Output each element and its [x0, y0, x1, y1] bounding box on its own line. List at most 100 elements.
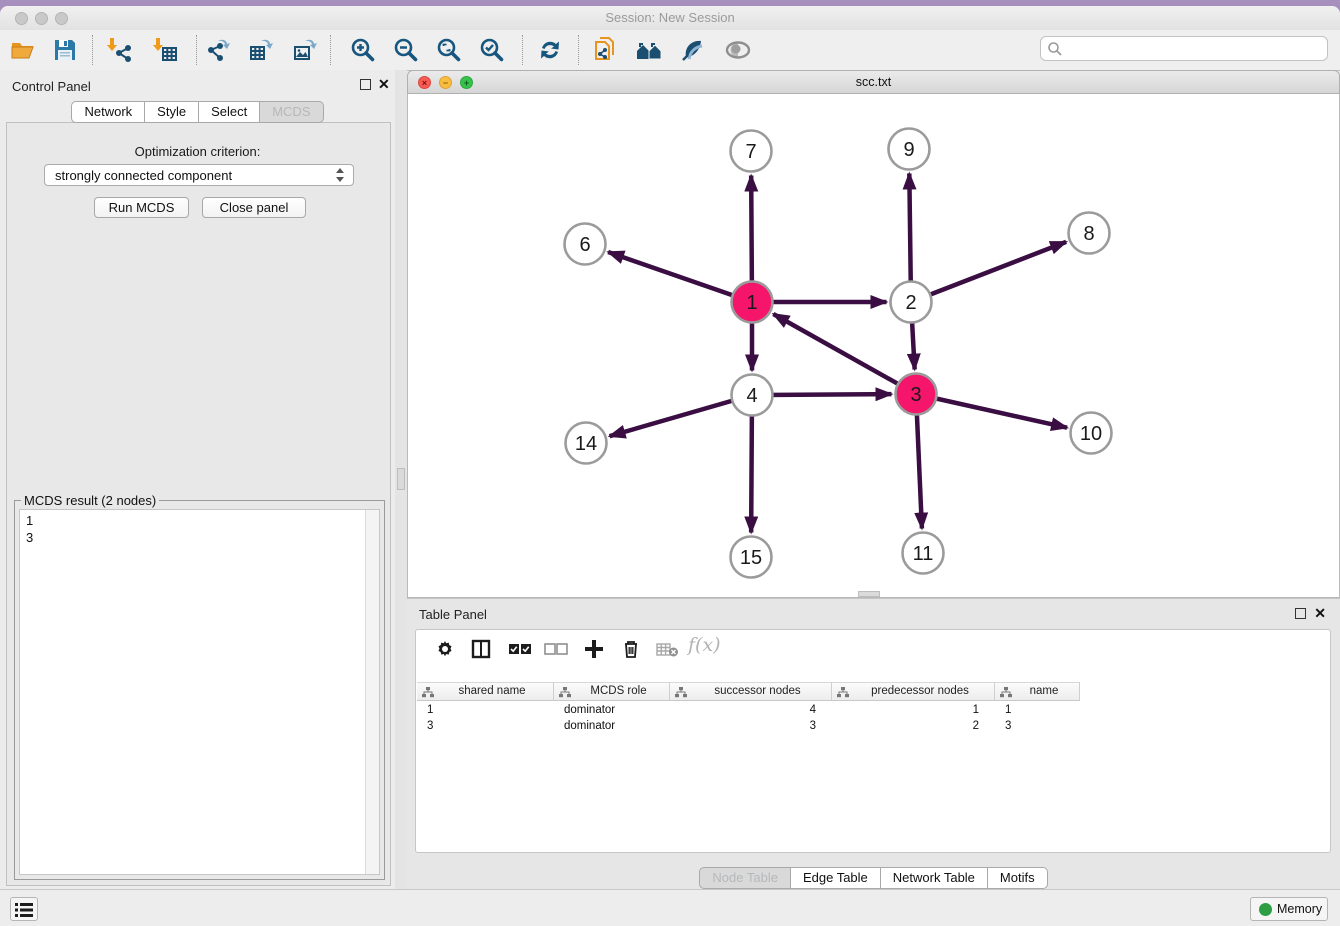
add-column-icon[interactable]	[582, 637, 606, 661]
result-scrollbar[interactable]	[365, 510, 379, 874]
tab-node-table[interactable]: Node Table	[699, 867, 791, 889]
first-neighbors-icon[interactable]	[636, 37, 662, 63]
export-network-icon[interactable]	[206, 37, 232, 63]
tab-network[interactable]: Network	[71, 101, 145, 123]
zoom-out-icon[interactable]	[393, 37, 419, 63]
table-cell[interactable]: 1	[417, 702, 554, 718]
application-window: Session: New Session	[0, 6, 1340, 926]
memory-status-icon	[1259, 903, 1272, 916]
toolbar-separator	[196, 35, 197, 65]
graph-node-label-14: 14	[575, 433, 597, 455]
table-row[interactable]: 1dominator411	[417, 702, 1080, 718]
graph-node-label-11: 11	[913, 543, 934, 565]
clone-network-icon[interactable]	[592, 37, 618, 63]
export-table-icon[interactable]	[248, 37, 274, 63]
dropdown-chevrons-icon	[336, 167, 345, 183]
table-cell[interactable]: 4	[670, 702, 832, 718]
open-file-icon[interactable]	[10, 37, 36, 63]
zoom-fit-icon[interactable]	[436, 37, 462, 63]
panel-splitter[interactable]	[395, 70, 407, 890]
import-network-icon[interactable]	[106, 37, 132, 63]
select-all-icon[interactable]	[508, 642, 534, 656]
table-cell[interactable]: dominator	[554, 702, 670, 718]
task-history-button[interactable]	[10, 897, 38, 921]
network-canvas[interactable]: 7968124314101511	[407, 94, 1340, 598]
tab-network-table[interactable]: Network Table	[881, 867, 988, 889]
import-table-icon[interactable]	[152, 37, 178, 63]
graph-node-label-6: 6	[579, 234, 590, 256]
table-cell[interactable]: dominator	[554, 718, 670, 734]
column-header-shared-name[interactable]: shared name	[417, 682, 554, 701]
delete-column-icon[interactable]	[620, 638, 642, 660]
main-toolbar	[0, 30, 1340, 71]
search-input[interactable]	[1067, 39, 1321, 59]
column-header-successor-nodes[interactable]: successor nodes	[670, 682, 832, 701]
window-titlebar: Session: New Session	[0, 6, 1340, 30]
graph-edge-2-8[interactable]	[911, 242, 1066, 302]
tab-edge-table[interactable]: Edge Table	[791, 867, 881, 889]
search-box	[1040, 36, 1328, 61]
table-row[interactable]: 3dominator323	[417, 718, 1080, 734]
table-cell[interactable]: 2	[832, 718, 995, 734]
tab-mcds[interactable]: MCDS	[260, 101, 323, 123]
table-panel-float-button[interactable]	[1295, 608, 1306, 619]
export-image-icon[interactable]	[292, 37, 318, 63]
control-panel-float-button[interactable]	[360, 79, 371, 90]
settings-icon[interactable]	[434, 638, 456, 660]
table-cell[interactable]: 3	[417, 718, 554, 734]
column-header-predecessor-nodes[interactable]: predecessor nodes	[832, 682, 995, 701]
table-panel-tabs: Node TableEdge TableNetwork TableMotifs	[407, 867, 1340, 889]
zoom-selected-icon[interactable]	[479, 37, 505, 63]
graph-edge-4-14[interactable]	[610, 395, 752, 436]
vizmapper-icon[interactable]	[680, 37, 706, 63]
graph-node-label-8: 8	[1083, 223, 1094, 245]
toolbar-separator	[92, 35, 93, 65]
control-panel-tabs: NetworkStyleSelectMCDS	[0, 101, 395, 123]
delete-table-icon[interactable]	[656, 642, 680, 658]
deselect-all-icon[interactable]	[544, 642, 570, 656]
table-panel-close-button[interactable]: ✕	[1314, 607, 1326, 619]
memory-button-label: Memory	[1277, 902, 1322, 916]
memory-button[interactable]: Memory	[1250, 897, 1328, 921]
graph-node-label-15: 15	[740, 547, 762, 569]
mcds-result-textarea[interactable]: 13	[19, 509, 380, 875]
table-panel: Table Panel ✕	[407, 598, 1340, 897]
dropdown-selected-value: strongly connected component	[55, 168, 232, 183]
column-header-MCDS-role[interactable]: MCDS role	[554, 682, 670, 701]
table-cell[interactable]: 1	[995, 702, 1080, 718]
graph-node-label-4: 4	[746, 385, 757, 407]
control-panel: Control Panel ✕ NetworkStyleSelectMCDS O…	[0, 70, 395, 890]
horizontal-splitter-handle[interactable]	[858, 591, 880, 597]
show-hide-icon[interactable]	[724, 37, 750, 63]
table-header-row: shared nameMCDS rolesuccessor nodesprede…	[417, 682, 1080, 701]
function-builder-icon[interactable]: f(x)	[688, 634, 721, 656]
graph-edge-1-6[interactable]	[608, 252, 752, 302]
control-panel-close-button[interactable]: ✕	[378, 78, 390, 90]
network-graph[interactable]: 7968124314101511	[408, 94, 1339, 596]
graph-node-label-9: 9	[903, 139, 914, 161]
save-session-icon[interactable]	[52, 37, 78, 63]
tab-style[interactable]: Style	[145, 101, 199, 123]
graph-node-label-10: 10	[1080, 423, 1102, 445]
optimization-criterion-dropdown[interactable]: strongly connected component	[44, 164, 354, 186]
tab-select[interactable]: Select	[199, 101, 260, 123]
run-mcds-button[interactable]: Run MCDS	[94, 197, 189, 218]
mcds-result-line: 3	[20, 529, 379, 546]
network-window-title: scc.txt	[408, 75, 1339, 89]
mcds-result-line: 1	[20, 512, 379, 529]
window-title: Session: New Session	[0, 10, 1340, 25]
table-cell[interactable]: 3	[670, 718, 832, 734]
graph-node-label-7: 7	[745, 141, 756, 163]
zoom-in-icon[interactable]	[350, 37, 376, 63]
splitter-handle[interactable]	[397, 468, 405, 490]
close-panel-button[interactable]: Close panel	[202, 197, 306, 218]
panel-columns-icon[interactable]	[470, 638, 492, 660]
table-panel-title: Table Panel	[419, 606, 487, 624]
tab-motifs[interactable]: Motifs	[988, 867, 1048, 889]
column-header-name[interactable]: name	[995, 682, 1080, 701]
table-cell[interactable]: 3	[995, 718, 1080, 734]
graph-edge-3-1[interactable]	[773, 314, 916, 394]
apply-layout-icon[interactable]	[537, 37, 563, 63]
table-cell[interactable]: 1	[832, 702, 995, 718]
graph-edge-3-10[interactable]	[916, 394, 1067, 428]
